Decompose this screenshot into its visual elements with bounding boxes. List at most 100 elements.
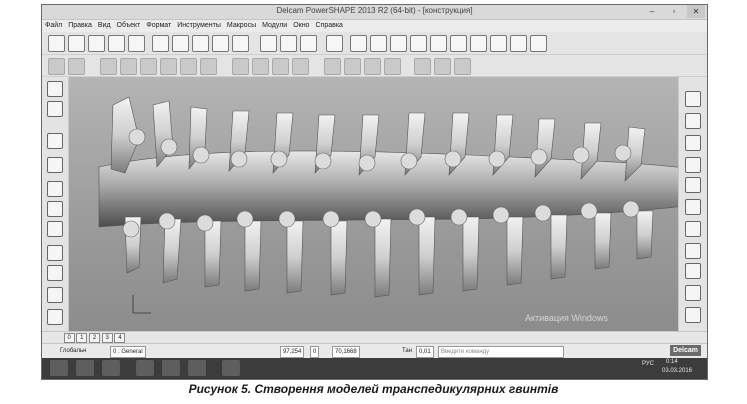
menu-file[interactable]: Файл (42, 20, 65, 32)
line-icon[interactable] (370, 35, 387, 52)
select-icon[interactable] (128, 35, 145, 52)
start-icon[interactable] (50, 360, 68, 376)
new-file-icon[interactable] (48, 35, 65, 52)
trim-icon[interactable] (47, 157, 63, 173)
line-tool-icon[interactable] (47, 133, 63, 149)
circle-icon[interactable] (390, 35, 407, 52)
explorer-icon[interactable] (102, 360, 120, 376)
shading-icon[interactable] (180, 58, 197, 75)
close-button[interactable]: ✕ (687, 5, 705, 18)
media-icon[interactable] (188, 360, 206, 376)
cut-icon[interactable] (152, 35, 169, 52)
zoom-box-icon[interactable] (685, 243, 701, 259)
render-icon[interactable] (384, 58, 401, 75)
render-icon[interactable] (324, 58, 341, 75)
solid-tool-icon[interactable] (47, 221, 63, 237)
material-icon[interactable] (454, 58, 471, 75)
undo-icon[interactable] (260, 35, 277, 52)
menu-object[interactable]: Объект (114, 20, 144, 32)
camera-icon[interactable] (685, 177, 701, 193)
view-side-icon[interactable] (685, 135, 701, 151)
open-folder-icon[interactable] (68, 35, 85, 52)
measure-icon[interactable] (300, 35, 317, 52)
zoom-icon[interactable] (685, 221, 701, 237)
command-input[interactable]: Введите команду (438, 346, 564, 358)
wireframe-icon[interactable] (326, 35, 343, 52)
view-mode-icon[interactable] (48, 58, 65, 75)
x-coordinate-field[interactable]: 97,254 (280, 346, 305, 358)
chrome-icon[interactable] (162, 360, 180, 376)
view-front-icon[interactable] (685, 113, 701, 129)
level-selector[interactable]: Глобальн (60, 346, 86, 356)
powershape-icon[interactable] (222, 360, 240, 376)
layer-0[interactable]: 0 (63, 333, 75, 343)
menu-help[interactable]: Справка (312, 20, 345, 32)
shading-icon[interactable] (100, 58, 117, 75)
wizard-icon[interactable] (530, 35, 547, 52)
menu-modules[interactable]: Модули (259, 20, 290, 32)
render-icon[interactable] (292, 58, 309, 75)
menu-view[interactable]: Вид (95, 20, 114, 32)
surface-icon[interactable] (450, 35, 467, 52)
render-icon[interactable] (364, 58, 381, 75)
point-icon[interactable] (47, 101, 63, 117)
app-icon[interactable] (136, 360, 154, 376)
paste-icon[interactable] (192, 35, 209, 52)
print-icon[interactable] (88, 35, 105, 52)
model-viewport[interactable]: Активация Windows (69, 77, 678, 331)
shading-icon[interactable] (160, 58, 177, 75)
menu-edit[interactable]: Правка (65, 20, 95, 32)
maximize-button[interactable]: ▫ (665, 5, 683, 18)
y-coordinate-field[interactable]: 0 (310, 346, 320, 358)
delete-icon[interactable] (232, 35, 249, 52)
browser-icon[interactable] (76, 360, 94, 376)
layer-2[interactable]: 2 (89, 333, 101, 343)
menu-tools[interactable]: Инструменты (174, 20, 224, 32)
edit-icon[interactable] (212, 35, 229, 52)
material-icon[interactable] (414, 58, 431, 75)
globe-icon[interactable] (685, 285, 701, 301)
view-mode-icon[interactable] (68, 58, 85, 75)
view-top-icon[interactable] (685, 157, 701, 173)
text-icon[interactable] (430, 35, 447, 52)
save-icon[interactable] (108, 35, 125, 52)
minimize-button[interactable]: – (643, 5, 661, 18)
render-icon[interactable] (272, 58, 289, 75)
tolerance-field[interactable]: 0,01 (416, 346, 434, 358)
workplane-selector[interactable]: 0 : General (110, 346, 146, 358)
shaded-view-icon[interactable] (685, 307, 701, 323)
menu-format[interactable]: Формат (143, 20, 174, 32)
arc-icon[interactable] (47, 181, 63, 197)
rotate-icon[interactable] (685, 199, 701, 215)
surface-tool-icon[interactable] (47, 201, 63, 217)
workplane-icon[interactable] (350, 35, 367, 52)
curve-icon[interactable] (410, 35, 427, 52)
layer-1[interactable]: 1 (76, 333, 88, 343)
annotation-icon[interactable] (47, 309, 63, 325)
z-coordinate-field[interactable]: 70,1668 (332, 346, 360, 358)
assembly-icon[interactable] (510, 35, 527, 52)
render-icon[interactable] (252, 58, 269, 75)
render-icon[interactable] (344, 58, 361, 75)
layer-4[interactable]: 4 (114, 333, 126, 343)
solid-icon[interactable] (470, 35, 487, 52)
shading-icon[interactable] (140, 58, 157, 75)
material-icon[interactable] (434, 58, 451, 75)
menu-macros[interactable]: Макросы (224, 20, 259, 32)
copy-icon[interactable] (172, 35, 189, 52)
shading-icon[interactable] (200, 58, 217, 75)
mesh-tool-icon[interactable] (47, 245, 63, 261)
cursor-icon[interactable] (47, 81, 63, 97)
shading-icon[interactable] (120, 58, 137, 75)
zoom-fit-icon[interactable] (685, 263, 701, 279)
redo-icon[interactable] (280, 35, 297, 52)
language-indicator[interactable]: РУС (642, 361, 654, 367)
view-iso-icon[interactable] (685, 91, 701, 107)
menu-window[interactable]: Окно (290, 20, 312, 32)
array-icon[interactable] (47, 265, 63, 281)
render-icon[interactable] (232, 58, 249, 75)
dimension-icon[interactable] (47, 287, 63, 303)
mesh-icon[interactable] (490, 35, 507, 52)
window-title: Delcam PowerSHAPE 2013 R2 (64-bit) - [ко… (276, 6, 473, 15)
layer-3[interactable]: 3 (101, 333, 113, 343)
